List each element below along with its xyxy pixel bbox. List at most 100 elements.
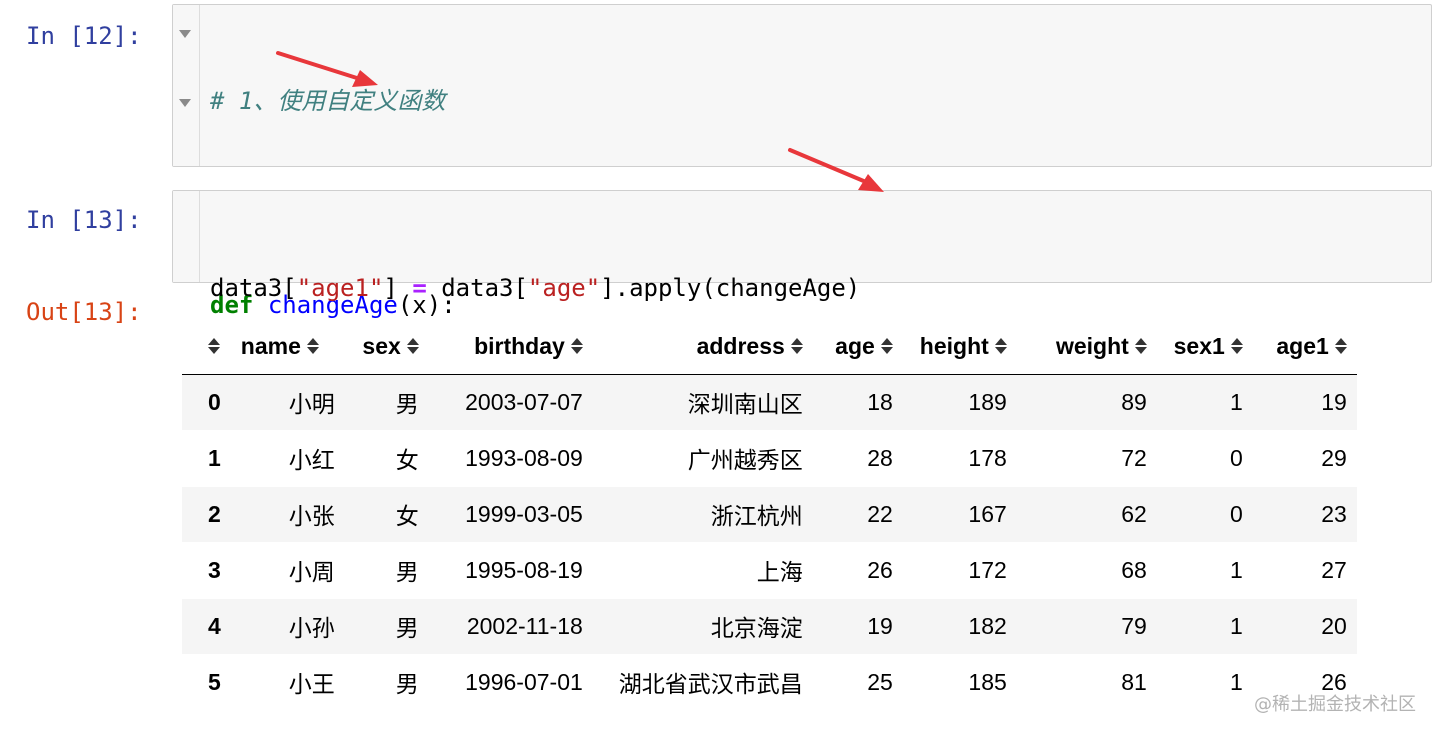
- annotation-arrow: [276, 51, 378, 87]
- cell-weight: 89: [1121, 388, 1147, 415]
- column-header-age[interactable]: age: [812, 320, 903, 375]
- watermark: @稀土掘金技术社区: [1254, 694, 1416, 715]
- fold-arrow-icon[interactable]: [179, 30, 191, 38]
- column-header-sex[interactable]: sex: [344, 320, 429, 375]
- cell-height: 182: [968, 612, 1007, 639]
- table-header-row: name sex birthday address age height wei…: [182, 320, 1357, 375]
- cell-age: 28: [867, 444, 893, 471]
- cell-age1: 29: [1321, 444, 1347, 471]
- cell-birthday: 1999-03-05: [465, 500, 583, 527]
- row-index: 3: [208, 556, 221, 583]
- cell-height: 172: [968, 556, 1007, 583]
- row-index: 4: [208, 612, 221, 639]
- table-row: 0 小明 男 2003-07-07 深圳南山区 18 189 89 1 19: [182, 374, 1357, 430]
- code-token: ]: [383, 274, 413, 302]
- column-header-height[interactable]: height: [902, 320, 1017, 375]
- cell-age1: 19: [1321, 388, 1347, 415]
- column-header-age1[interactable]: age1: [1252, 320, 1357, 375]
- cell-sex1: 0: [1230, 500, 1243, 527]
- annotation-arrow: [788, 148, 884, 192]
- cell-address: 北京海淀: [710, 615, 803, 641]
- sort-icon[interactable]: [406, 338, 419, 355]
- cell-age: 18: [867, 388, 893, 415]
- cell-13-gutter: [173, 191, 200, 282]
- cell-sex: 男: [395, 615, 419, 641]
- string-age: "age": [527, 274, 601, 302]
- cell-weight: 72: [1121, 444, 1147, 471]
- assign-operator: =: [412, 274, 427, 302]
- table-row: 5 小王 男 1996-07-01 湖北省武汉市武昌 25 185 81 1 2…: [182, 654, 1357, 710]
- row-index: 2: [208, 500, 221, 527]
- cell-height: 185: [968, 668, 1007, 695]
- cell-sex: 女: [395, 447, 419, 473]
- fold-arrow-icon[interactable]: [179, 99, 191, 107]
- cell-weight: 79: [1121, 612, 1147, 639]
- code-line-comment: # 1、使用自定义函数: [210, 84, 1421, 118]
- cell-address: 上海: [756, 559, 803, 585]
- cell-sex1: 0: [1230, 444, 1243, 471]
- cell-age: 19: [867, 612, 893, 639]
- sort-icon[interactable]: [306, 338, 319, 355]
- cell-name: 小明: [288, 391, 335, 417]
- row-index: 5: [208, 668, 221, 695]
- code-line-assign: data3["age1"] = data3["age"].apply(chang…: [210, 271, 1421, 305]
- cell-weight: 68: [1121, 556, 1147, 583]
- cell-address: 广州越秀区: [687, 447, 803, 473]
- sort-icon[interactable]: [570, 338, 583, 355]
- cell-weight: 62: [1121, 500, 1147, 527]
- sort-icon[interactable]: [1334, 338, 1347, 355]
- cell-birthday: 1995-08-19: [465, 556, 583, 583]
- table-row: 1 小红 女 1993-08-09 广州越秀区 28 178 72 0 29: [182, 430, 1357, 486]
- cell-sex1: 1: [1230, 612, 1243, 639]
- cell-sex: 女: [395, 503, 419, 529]
- cell-age: 22: [867, 500, 893, 527]
- sort-icon[interactable]: [1134, 338, 1147, 355]
- column-header-name[interactable]: name: [230, 320, 345, 375]
- column-header-sex1[interactable]: sex1: [1156, 320, 1253, 375]
- cell-age: 26: [867, 556, 893, 583]
- cell-height: 167: [968, 500, 1007, 527]
- code-token: data3[: [210, 274, 297, 302]
- sort-icon[interactable]: [208, 338, 220, 355]
- column-header-weight[interactable]: weight: [1016, 320, 1157, 375]
- cell-sex: 男: [395, 671, 419, 698]
- cell-13-prompt: In [13]:: [26, 206, 142, 234]
- cell-name: 小张: [288, 503, 335, 529]
- table-row: 4 小孙 男 2002-11-18 北京海淀 19 182 79 1 20: [182, 598, 1357, 654]
- cell-name: 小红: [288, 447, 335, 473]
- sort-icon[interactable]: [994, 338, 1007, 355]
- cell-birthday: 1996-07-01: [465, 668, 583, 695]
- cell-sex: 男: [395, 559, 419, 585]
- cell-height: 178: [968, 444, 1007, 471]
- cell-height: 189: [968, 388, 1007, 415]
- sort-icon[interactable]: [880, 338, 893, 355]
- index-header[interactable]: [182, 320, 231, 375]
- table-row: 2 小张 女 1999-03-05 浙江杭州 22 167 62 0 23: [182, 486, 1357, 542]
- table-row: 3 小周 男 1995-08-19 上海 26 172 68 1 27: [182, 542, 1357, 598]
- column-header-address[interactable]: address: [592, 320, 813, 375]
- cell-sex1: 1: [1230, 388, 1243, 415]
- cell-sex1: 1: [1230, 668, 1243, 695]
- cell-age1: 20: [1321, 612, 1347, 639]
- cell-sex: 男: [395, 391, 419, 417]
- cell-address: 湖北省武汉市武昌: [618, 671, 803, 698]
- cell-12-prompt: In [12]:: [26, 22, 142, 50]
- cell-birthday: 1993-08-09: [465, 444, 583, 471]
- cell-age: 25: [867, 668, 893, 695]
- string-age1: "age1": [296, 274, 384, 302]
- cell-age1: 23: [1321, 500, 1347, 527]
- sort-icon[interactable]: [790, 338, 803, 355]
- row-index: 1: [208, 444, 221, 471]
- row-index: 0: [208, 388, 221, 415]
- cell-weight: 81: [1121, 668, 1147, 695]
- sort-icon[interactable]: [1230, 338, 1243, 355]
- code-cell-13[interactable]: data3["age1"] = data3["age"].apply(chang…: [172, 190, 1432, 404]
- cell-sex1: 1: [1230, 556, 1243, 583]
- cell-name: 小周: [288, 559, 335, 585]
- column-header-birthday[interactable]: birthday: [428, 320, 593, 375]
- code-token: data3[: [426, 274, 528, 302]
- cell-birthday: 2003-07-07: [465, 388, 583, 415]
- cell-name: 小孙: [288, 615, 335, 641]
- cell-address: 浙江杭州: [710, 503, 803, 529]
- dataframe-table: name sex birthday address age height wei…: [182, 320, 1357, 710]
